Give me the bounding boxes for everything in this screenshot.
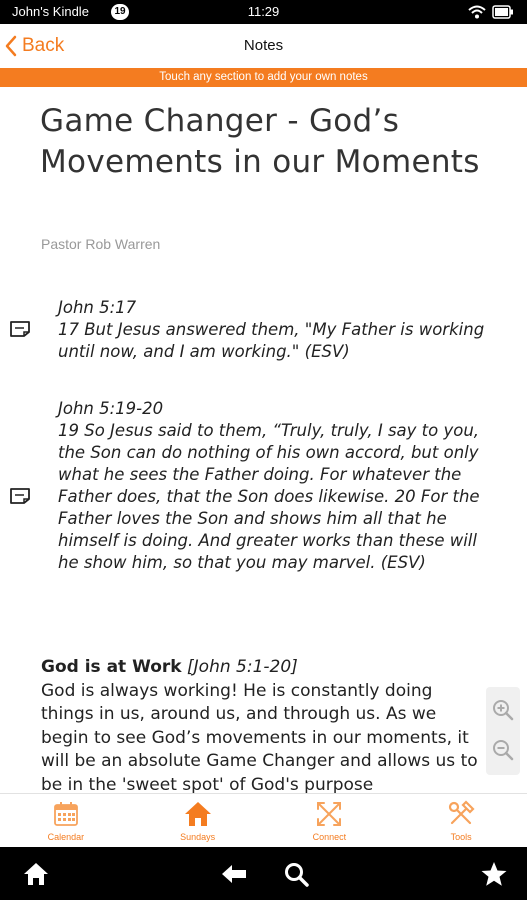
section-body: God is always working! He is constantly … (41, 680, 478, 794)
chevron-left-icon (5, 35, 17, 57)
scripture-reference: John 5:17 (58, 298, 137, 317)
add-note-icon[interactable] (9, 487, 33, 505)
back-label: Back (22, 35, 65, 56)
battery-icon (492, 5, 513, 19)
status-clock: 11:29 (247, 4, 280, 19)
calendar-icon (53, 802, 78, 826)
status-bar: John's Kindle 19 11:29 (0, 0, 527, 24)
notes-content[interactable]: Game Changer - God’s Movements in our Mo… (0, 87, 527, 793)
pastor-name: Pastor Rob Warren (41, 236, 161, 252)
scripture-block[interactable]: John 5:19-20 19 So Jesus said to them, “… (58, 398, 488, 574)
back-arrow-icon[interactable] (220, 861, 248, 887)
tab-sundays[interactable]: Sundays (132, 794, 264, 847)
tab-calendar[interactable]: Calendar (0, 794, 132, 847)
scripture-text: 17 But Jesus answered them, "My Father i… (58, 320, 485, 361)
star-icon[interactable] (480, 861, 508, 887)
search-icon[interactable] (283, 861, 311, 887)
wifi-icon (468, 5, 486, 19)
tab-label: Connect (312, 832, 347, 842)
add-note-icon[interactable] (9, 320, 33, 338)
home-icon[interactable] (22, 861, 50, 887)
instruction-banner: Touch any section to add your own notes (0, 68, 527, 87)
sermon-title: Game Changer - God’s Movements in our Mo… (40, 103, 480, 180)
section-reference: [John 5:1-20] (187, 657, 298, 677)
connect-icon (317, 802, 342, 826)
tools-icon (449, 800, 475, 825)
scripture-text: 19 So Jesus said to them, “Truly, truly,… (58, 421, 480, 572)
back-button[interactable]: Back (4, 32, 64, 60)
bottom-tab-bar: Calendar Sundays Connect Tools (0, 793, 527, 847)
tab-label: Sundays (180, 832, 216, 842)
tab-label: Calendar (47, 832, 85, 842)
notes-section[interactable]: God is at Work [John 5:1-20] God is alwa… (41, 656, 481, 793)
zoom-in-icon[interactable] (491, 698, 515, 722)
zoom-out-icon[interactable] (491, 738, 515, 762)
scripture-block[interactable]: John 5:17 17 But Jesus answered them, "M… (58, 297, 488, 363)
home-icon (184, 802, 211, 826)
section-heading: God is at Work (41, 657, 182, 677)
title-bar: Back Notes (0, 24, 527, 68)
tab-connect[interactable]: Connect (264, 794, 396, 847)
tab-tools[interactable]: Tools (395, 794, 527, 847)
tab-label: Tools (450, 832, 472, 842)
system-nav-bar (0, 847, 527, 900)
page-title: Notes (243, 37, 284, 54)
zoom-controls (486, 687, 520, 775)
scripture-reference: John 5:19-20 (58, 399, 164, 418)
